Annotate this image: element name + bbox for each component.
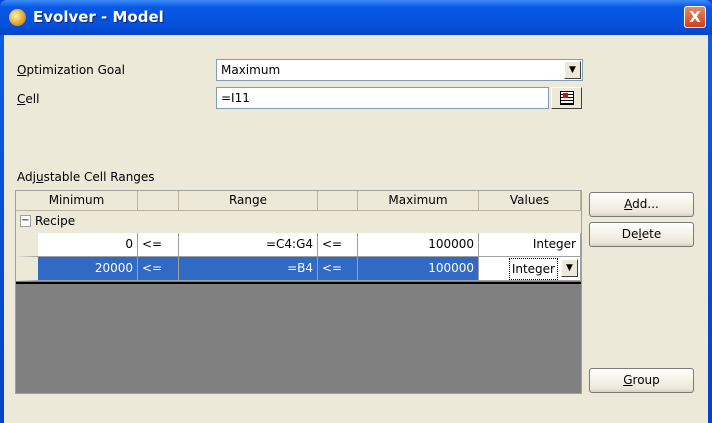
table-row-selected[interactable]: 20000 <= =B4 <= 100000 Integer ▼ [16,257,581,281]
window-title: Evolver - Model [33,8,164,26]
cell-operator: <= [138,257,179,281]
header-maximum[interactable]: Maximum [358,191,479,211]
cell-picker-button[interactable] [551,87,582,109]
cell-values[interactable]: Integer [479,233,581,257]
cell-operator: <= [138,233,179,257]
optimization-goal-label: Optimization Goal [17,63,125,77]
delete-button[interactable]: Delete [589,222,694,247]
table-row[interactable]: 0 <= =C4:G4 <= 100000 Integer [16,233,581,257]
evolver-model-dialog: Evolver - Model X Optimization Goal Maxi… [0,0,712,423]
cell-value: =I11 [221,91,250,105]
header-range[interactable]: Range [179,191,318,211]
values-select[interactable]: Integer ▼ [479,257,581,281]
evolver-logo-icon [9,9,26,26]
cell-range[interactable]: =C4:G4 [179,233,318,257]
cell-operator: <= [318,257,358,281]
cell-input[interactable]: =I11 [216,87,549,109]
group-button[interactable]: Group [589,368,694,393]
adjustable-ranges-grid[interactable]: Minimum Range Maximum Values − Recipe 0 … [15,190,582,394]
header-values[interactable]: Values [479,191,581,211]
cell-minimum[interactable]: 0 [16,233,138,257]
header-op2 [318,191,358,211]
group-row-recipe[interactable]: − Recipe [16,211,581,233]
adjustable-cell-ranges-label: Adjustable Cell Ranges [17,170,155,184]
grid-divider [16,282,581,284]
values-select-value: Integer [508,258,558,280]
add-button[interactable]: Add... [589,192,694,217]
grid-header: Minimum Range Maximum Values [16,191,581,211]
cell-label: Cell [17,92,40,106]
close-button[interactable]: X [684,6,706,28]
title-bar: Evolver - Model X [0,0,712,35]
header-minimum[interactable]: Minimum [16,191,138,211]
cell-operator: <= [318,233,358,257]
cell-maximum[interactable]: 100000 [358,257,479,281]
group-name: Recipe [35,214,76,228]
optimization-goal-value: Maximum [221,63,281,77]
collapse-toggle[interactable]: − [20,215,31,227]
optimization-goal-select[interactable]: Maximum ▼ [216,59,583,81]
cell-maximum[interactable]: 100000 [358,233,479,257]
chevron-down-icon[interactable]: ▼ [564,61,581,79]
cell-range[interactable]: =B4 [179,257,318,281]
chevron-down-icon[interactable]: ▼ [561,259,578,277]
cell-minimum[interactable]: 20000 [16,257,138,281]
dialog-body: Optimization Goal Maximum ▼ Cell =I11 Ad… [4,35,708,423]
header-op1 [138,191,179,211]
